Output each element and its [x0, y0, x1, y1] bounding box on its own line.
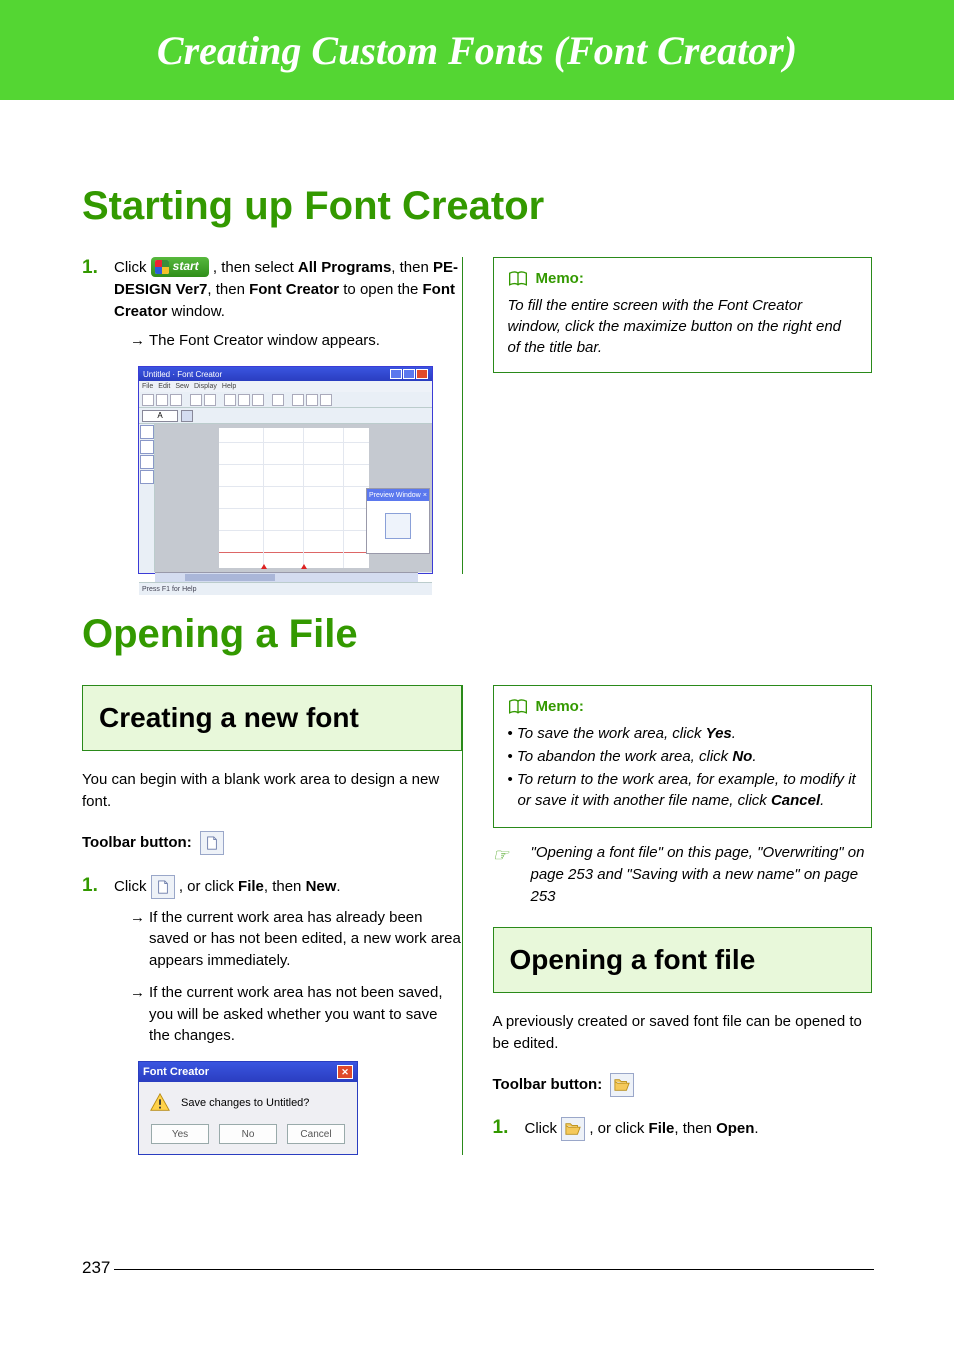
memo-box-1: Memo: To fill the entire screen with the… — [493, 257, 873, 373]
character-box: A — [142, 410, 178, 422]
intro-paragraph: You can begin with a blank work area to … — [82, 769, 462, 813]
canvas-area: Preview Window× — [155, 424, 432, 572]
dialog-close-button: ✕ — [337, 1065, 353, 1079]
step-1-open: 1. Click , or click File, then Open. — [493, 1117, 873, 1141]
dialog-yes-button: Yes — [151, 1124, 209, 1144]
step-result: → The Font Creator window appears. — [130, 330, 462, 352]
open-folder-icon — [614, 1078, 630, 1092]
step-1-new: 1. Click , or click File, then New. — [82, 875, 462, 899]
step-number: 1. — [82, 257, 114, 279]
side-toolbox — [139, 424, 155, 572]
step-number: 1. — [82, 875, 114, 897]
window-control-buttons — [390, 369, 428, 379]
step-bold: All Programs — [298, 259, 391, 276]
step-result-2: → If the current work area has not been … — [130, 982, 462, 1047]
heading-starting-up: Starting up Font Creator — [82, 184, 872, 229]
start-label: start — [173, 258, 199, 275]
arrow-icon: → — [130, 907, 145, 929]
subheading-text: Creating a new font — [99, 702, 445, 734]
chapter-banner: Creating Custom Fonts (Font Creator) — [0, 0, 954, 100]
memo-title: Memo: — [536, 268, 584, 289]
step-text: Click — [114, 259, 151, 276]
book-icon — [508, 270, 528, 288]
dialog-title: Font Creator — [143, 1066, 209, 1078]
page-number-rule — [114, 1269, 874, 1270]
banner-spacer — [0, 100, 954, 124]
toolbar-button-label: Toolbar button: — [493, 1076, 603, 1093]
warning-icon — [149, 1092, 171, 1114]
memo-title: Memo: — [536, 696, 584, 717]
step-result-1: → If the current work area has already b… — [130, 907, 462, 972]
new-file-button-inline — [151, 875, 175, 899]
window-titlebar: Untitled · Font Creator — [139, 367, 432, 381]
page-number: 237 — [82, 1258, 110, 1278]
design-canvas — [219, 428, 369, 568]
chapter-title: Creating Custom Fonts (Font Creator) — [157, 27, 797, 74]
toolbar — [139, 392, 432, 408]
dialog-cancel-button: Cancel — [287, 1124, 345, 1144]
memo-box-2: Memo: To save the work area, click Yes. … — [493, 685, 873, 828]
dialog-message: Save changes to Untitled? — [181, 1097, 309, 1109]
memo-item: To save the work area, click Yes. — [508, 723, 858, 744]
toolbar-button-label: Toolbar button: — [82, 834, 192, 851]
status-bar: Press F1 for Help — [139, 582, 432, 595]
memo-text: To fill the entire screen with the Font … — [508, 295, 858, 358]
subheading-opening-font-file: Opening a font file — [493, 927, 873, 993]
new-file-icon — [204, 836, 220, 850]
intro-paragraph-2: A previously created or saved font file … — [493, 1011, 873, 1055]
open-folder-icon — [565, 1122, 581, 1136]
windows-logo-icon — [155, 260, 169, 274]
result-text: The Font Creator window appears. — [149, 330, 380, 352]
font-creator-window-screenshot: Untitled · Font Creator File Edit Sew Di… — [138, 366, 433, 574]
new-file-toolbar-button — [200, 831, 224, 855]
step-text: , then select — [213, 259, 298, 276]
dialog-titlebar: Font Creator ✕ — [139, 1062, 357, 1082]
column-divider — [462, 257, 463, 574]
column-divider — [462, 685, 463, 1155]
horizontal-scrollbar — [155, 572, 418, 582]
pointing-hand-icon: ☞ — [493, 842, 521, 907]
character-dropdown — [181, 410, 193, 422]
arrow-icon: → — [130, 330, 145, 352]
new-file-icon — [155, 880, 171, 894]
crossref-text: "Opening a font file" on this page, "Ove… — [531, 842, 873, 907]
heading-opening-file: Opening a File — [82, 612, 872, 657]
open-file-button-inline — [561, 1117, 585, 1141]
memo-item: To return to the work area, for example,… — [508, 769, 858, 811]
toolbar-button-row: Toolbar button: — [82, 831, 462, 855]
book-icon — [508, 698, 528, 716]
step-number: 1. — [493, 1117, 525, 1139]
cross-reference: ☞ "Opening a font file" on this page, "O… — [493, 842, 873, 907]
arrow-icon: → — [130, 982, 145, 1004]
subheading-creating-new-font: Creating a new font — [82, 685, 462, 751]
windows-start-button: start — [151, 257, 209, 277]
memo-list: To save the work area, click Yes. To aba… — [508, 723, 858, 811]
toolbar-button-row-open: Toolbar button: — [493, 1073, 873, 1097]
menubar: File Edit Sew Display Help — [139, 381, 432, 392]
window-title: Untitled · Font Creator — [143, 370, 222, 379]
subheading-text: Opening a font file — [510, 944, 856, 976]
memo-item: To abandon the work area, click No. — [508, 746, 858, 767]
preview-panel: Preview Window× — [366, 488, 430, 554]
character-selector-bar: A — [139, 408, 432, 424]
step-1: 1. Click start , then select All Program… — [82, 257, 462, 322]
open-file-toolbar-button — [610, 1073, 634, 1097]
dialog-no-button: No — [219, 1124, 277, 1144]
save-changes-dialog-screenshot: Font Creator ✕ Save changes to Untitled?… — [138, 1061, 358, 1155]
